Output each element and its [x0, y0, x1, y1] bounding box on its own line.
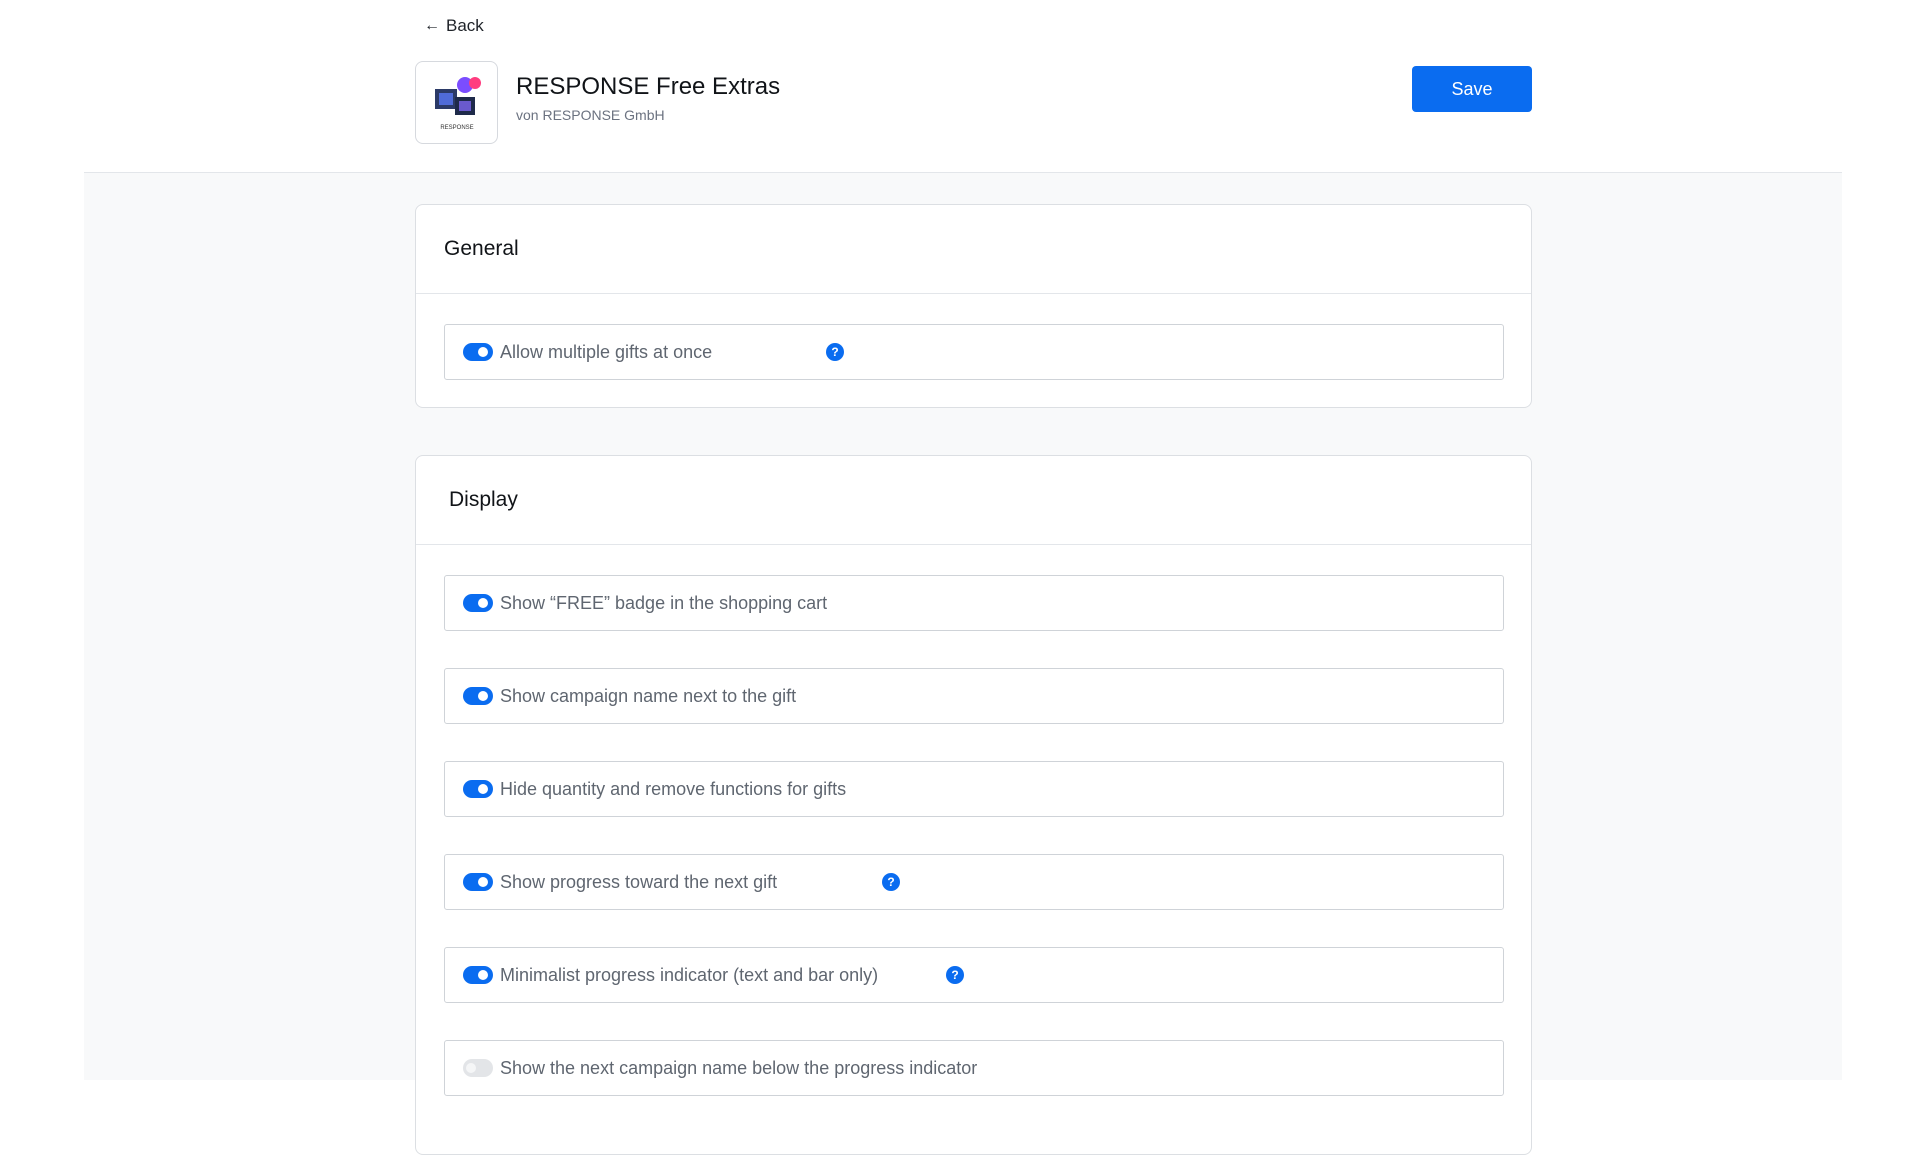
setting-label: Show campaign name next to the gift [500, 685, 797, 706]
app-vendor: von RESPONSE GmbH [516, 107, 665, 123]
setting-label: Allow multiple gifts at once [500, 341, 713, 362]
logo-wordmark: RESPONSE [440, 125, 473, 131]
setting-show-free-badge: Show “FREE” badge in the shopping cart [444, 575, 1504, 631]
app-logo-icon: RESPONSE [434, 76, 481, 131]
toggle-switch[interactable] [463, 687, 493, 705]
back-label: Back [446, 16, 484, 35]
general-card-title: General [416, 205, 1531, 294]
toggle-switch[interactable] [463, 594, 493, 612]
general-card: General Allow multiple gifts at once ? [415, 204, 1532, 408]
setting-label: Hide quantity and remove functions for g… [500, 778, 847, 799]
help-icon[interactable]: ? [882, 873, 900, 891]
page-header: ← Back RESPONSE RESPONSE Free Extras von… [0, 0, 1920, 172]
toggle-switch[interactable] [463, 873, 493, 891]
setting-hide-quantity-remove: Hide quantity and remove functions for g… [444, 761, 1504, 817]
help-icon[interactable]: ? [826, 343, 844, 361]
setting-label: Minimalist progress indicator (text and … [500, 964, 879, 985]
app-logo: RESPONSE [415, 61, 498, 144]
toggle-switch[interactable] [463, 343, 493, 361]
arrow-left-icon: ← [424, 17, 440, 34]
setting-show-campaign-name: Show campaign name next to the gift [444, 668, 1504, 724]
setting-label: Show “FREE” badge in the shopping cart [500, 592, 828, 613]
toggle-switch[interactable] [463, 966, 493, 984]
toggle-switch[interactable] [463, 1059, 493, 1077]
setting-minimalist-progress: Minimalist progress indicator (text and … [444, 947, 1504, 1003]
setting-label: Show progress toward the next gift [500, 871, 778, 892]
app-title: RESPONSE Free Extras [516, 73, 781, 100]
setting-next-campaign-name: Show the next campaign name below the pr… [444, 1040, 1504, 1096]
setting-show-progress: Show progress toward the next gift ? [444, 854, 1504, 910]
help-icon[interactable]: ? [946, 966, 964, 984]
setting-allow-multiple-gifts: Allow multiple gifts at once ? [444, 324, 1504, 380]
back-link[interactable]: ← Back [424, 16, 484, 36]
toggle-switch[interactable] [463, 780, 493, 798]
setting-label: Show the next campaign name below the pr… [500, 1057, 978, 1078]
save-button[interactable]: Save [1412, 66, 1532, 112]
display-card-title: Display [416, 456, 1531, 545]
display-card: Display Show “FREE” badge in the shoppin… [415, 455, 1532, 1155]
